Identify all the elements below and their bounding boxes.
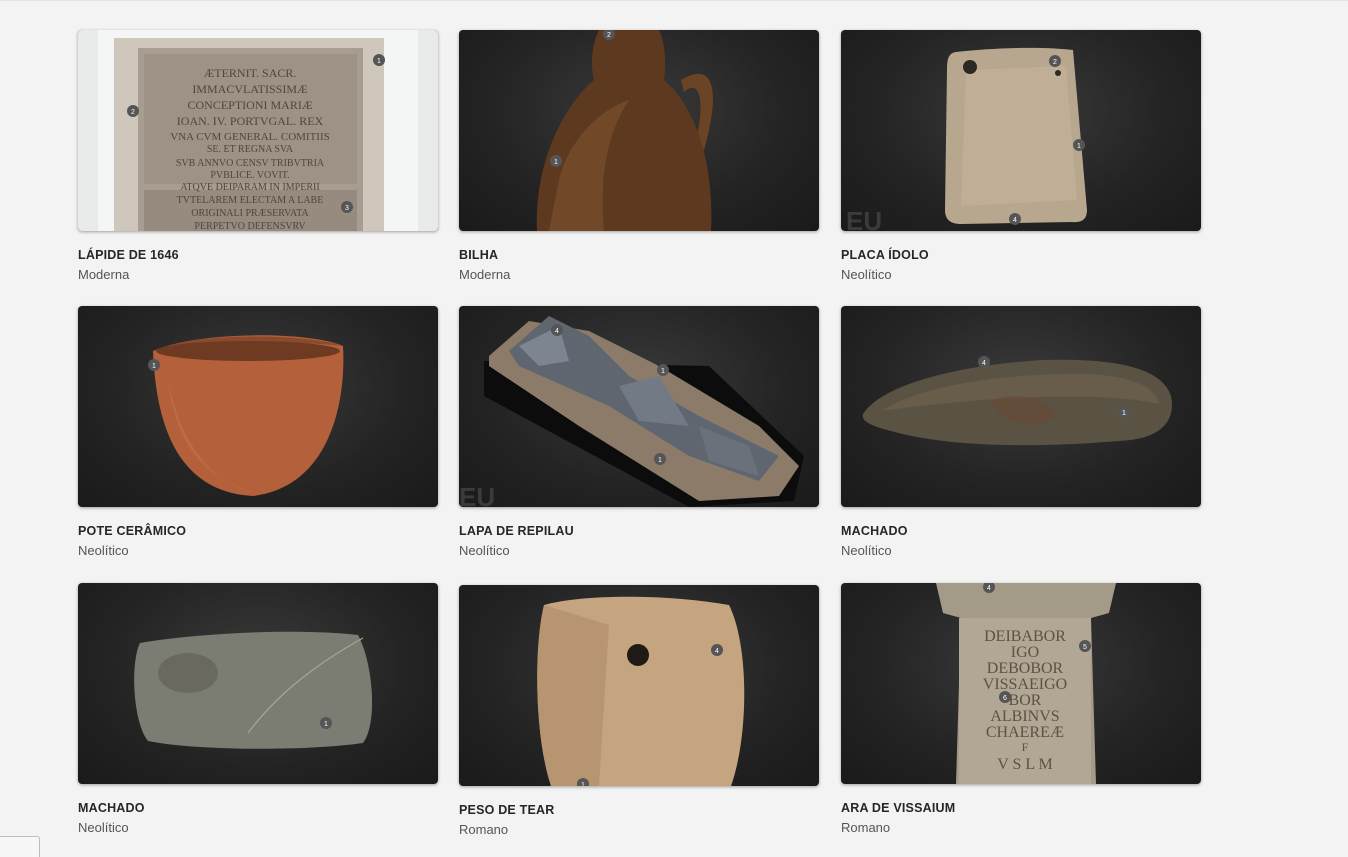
svg-text:2: 2 [131,109,135,116]
model-thumbnail[interactable]: DEIBABOR IGO DEBOBOR VISSAEIGO BOR ALBIN… [841,583,1201,784]
model-thumbnail[interactable]: 2 1 [459,30,819,231]
model-title[interactable]: LAPA DE REPILAU [459,524,819,538]
top-divider [0,0,1348,1]
model-thumbnail[interactable]: 1 [78,306,438,507]
ara-line: DEIBABOR [984,628,1066,645]
model-card[interactable]: 4 1 PESO DE TEAR Romano [459,585,819,837]
model-period: Neolítico [78,820,129,835]
model-card[interactable]: EU 2 1 4 PLACA ÍDOLO Neolítico [841,30,1201,282]
model-period: Romano [459,822,509,837]
svg-text:1: 1 [1122,410,1126,417]
model-title[interactable]: PLACA ÍDOLO [841,248,1201,262]
lapide-line: PVBLICE. VOVIT. [210,170,289,181]
ara-line: IGO [1011,644,1039,661]
model-title[interactable]: LÁPIDE DE 1646 [78,248,438,262]
ara-line: VISSAEIGO [983,676,1067,693]
svg-text:1: 1 [658,457,662,464]
model-period: Moderna [78,267,130,282]
model-card[interactable]: ÆTERNIT. SACR. IMMACVLATISSIMÆ CONCEPTIO… [78,30,438,282]
lapide-line: ÆTERNIT. SACR. [204,66,297,80]
model-title[interactable]: BILHA [459,248,819,262]
lapide-line: PERPETVO DEFENSVRV [194,221,306,231]
svg-text:1: 1 [661,368,665,375]
model-thumbnail[interactable]: 4 1 [841,306,1201,507]
svg-text:5: 5 [1083,644,1087,651]
watermark: EU [846,206,882,231]
model-thumbnail[interactable]: ÆTERNIT. SACR. IMMACVLATISSIMÆ CONCEPTIO… [78,30,438,231]
svg-text:1: 1 [1077,143,1081,150]
lapa-repilau-preview: EU 4 1 1 [459,316,804,507]
model-period: Neolítico [841,543,892,558]
lapide-line: SVB ANNVO CENSV TRIBVTRIA [176,158,325,169]
model-card[interactable]: 2 1 BILHA Moderna [459,30,819,282]
pote-ceramico-preview: 1 [148,335,344,496]
lapide-line: IOAN. IV. PORTVGAL. REX [177,114,324,128]
model-thumbnail[interactable]: 1 [78,583,438,784]
ara-line: BOR [1009,692,1042,709]
model-title[interactable]: MACHADO [78,801,438,815]
model-title[interactable]: PESO DE TEAR [459,803,819,817]
model-card[interactable]: 1 POTE CERÂMICO Neolítico [78,306,438,558]
model-card[interactable]: 4 1 MACHADO Neolítico [841,306,1201,558]
svg-text:2: 2 [607,32,611,39]
svg-text:4: 4 [715,648,719,655]
ara-line: V S L M [997,756,1053,773]
placa-idolo-preview: EU 2 1 4 [846,47,1087,231]
svg-text:4: 4 [982,360,986,367]
lapide-preview: ÆTERNIT. SACR. IMMACVLATISSIMÆ CONCEPTIO… [78,30,438,231]
svg-text:1: 1 [324,721,328,728]
peso-de-tear-preview: 4 1 [537,596,745,786]
svg-text:1: 1 [152,363,156,370]
model-thumbnail[interactable]: EU 4 1 1 [459,306,819,507]
svg-text:3: 3 [345,205,349,212]
lapide-line: VNA CVM GENERAL. COMITIIS [170,131,330,143]
lapide-line: ATQVE DEIPARAM IN IMPERII [180,182,319,193]
bottom-left-tab[interactable] [0,836,40,857]
ara-vissaium-preview: DEIBABOR IGO DEBOBOR VISSAEIGO BOR ALBIN… [936,583,1116,784]
machado-preview: 1 [134,631,373,749]
svg-text:4: 4 [555,328,559,335]
ara-line: DEBOBOR [987,660,1064,677]
bilha-preview: 2 1 [536,30,713,231]
ara-line: CHAEREÆ [986,724,1064,741]
svg-text:1: 1 [554,159,558,166]
lapide-line: TVTELAREM ELECTAM A LABE [177,195,324,206]
model-title[interactable]: MACHADO [841,524,1201,538]
model-period: Neolítico [78,543,129,558]
lapide-line: ORIGINALI PRÆSERVATA [191,208,309,219]
watermark: EU [459,482,495,507]
svg-text:1: 1 [581,782,585,786]
model-card[interactable]: DEIBABOR IGO DEBOBOR VISSAEIGO BOR ALBIN… [841,583,1201,835]
machado-preview: 4 1 [862,356,1172,446]
svg-text:4: 4 [1013,217,1017,224]
svg-text:1: 1 [377,58,381,65]
model-period: Romano [841,820,891,835]
svg-text:6: 6 [1003,695,1007,702]
svg-text:2: 2 [1053,59,1057,66]
model-title[interactable]: ARA DE VISSAIUM [841,801,1201,815]
model-card[interactable]: EU 4 1 1 LAPA DE REPILAU Neolítico [459,306,819,558]
lapide-line: IMMACVLATISSIMÆ [192,82,308,96]
lapide-line: SE. ET REGNA SVA [207,144,294,155]
model-thumbnail[interactable]: EU 2 1 4 [841,30,1201,231]
model-card[interactable]: 1 MACHADO Neolítico [78,583,438,835]
model-thumbnail[interactable]: 4 1 [459,585,819,786]
model-title[interactable]: POTE CERÂMICO [78,524,438,538]
model-period: Neolítico [841,267,892,282]
model-period: Neolítico [459,543,510,558]
ara-line: F [1022,740,1029,754]
ara-line: ALBINVS [990,708,1059,725]
model-period: Moderna [459,267,511,282]
svg-text:4: 4 [987,585,991,592]
lapide-line: CONCEPTIONI MARIÆ [187,98,312,112]
